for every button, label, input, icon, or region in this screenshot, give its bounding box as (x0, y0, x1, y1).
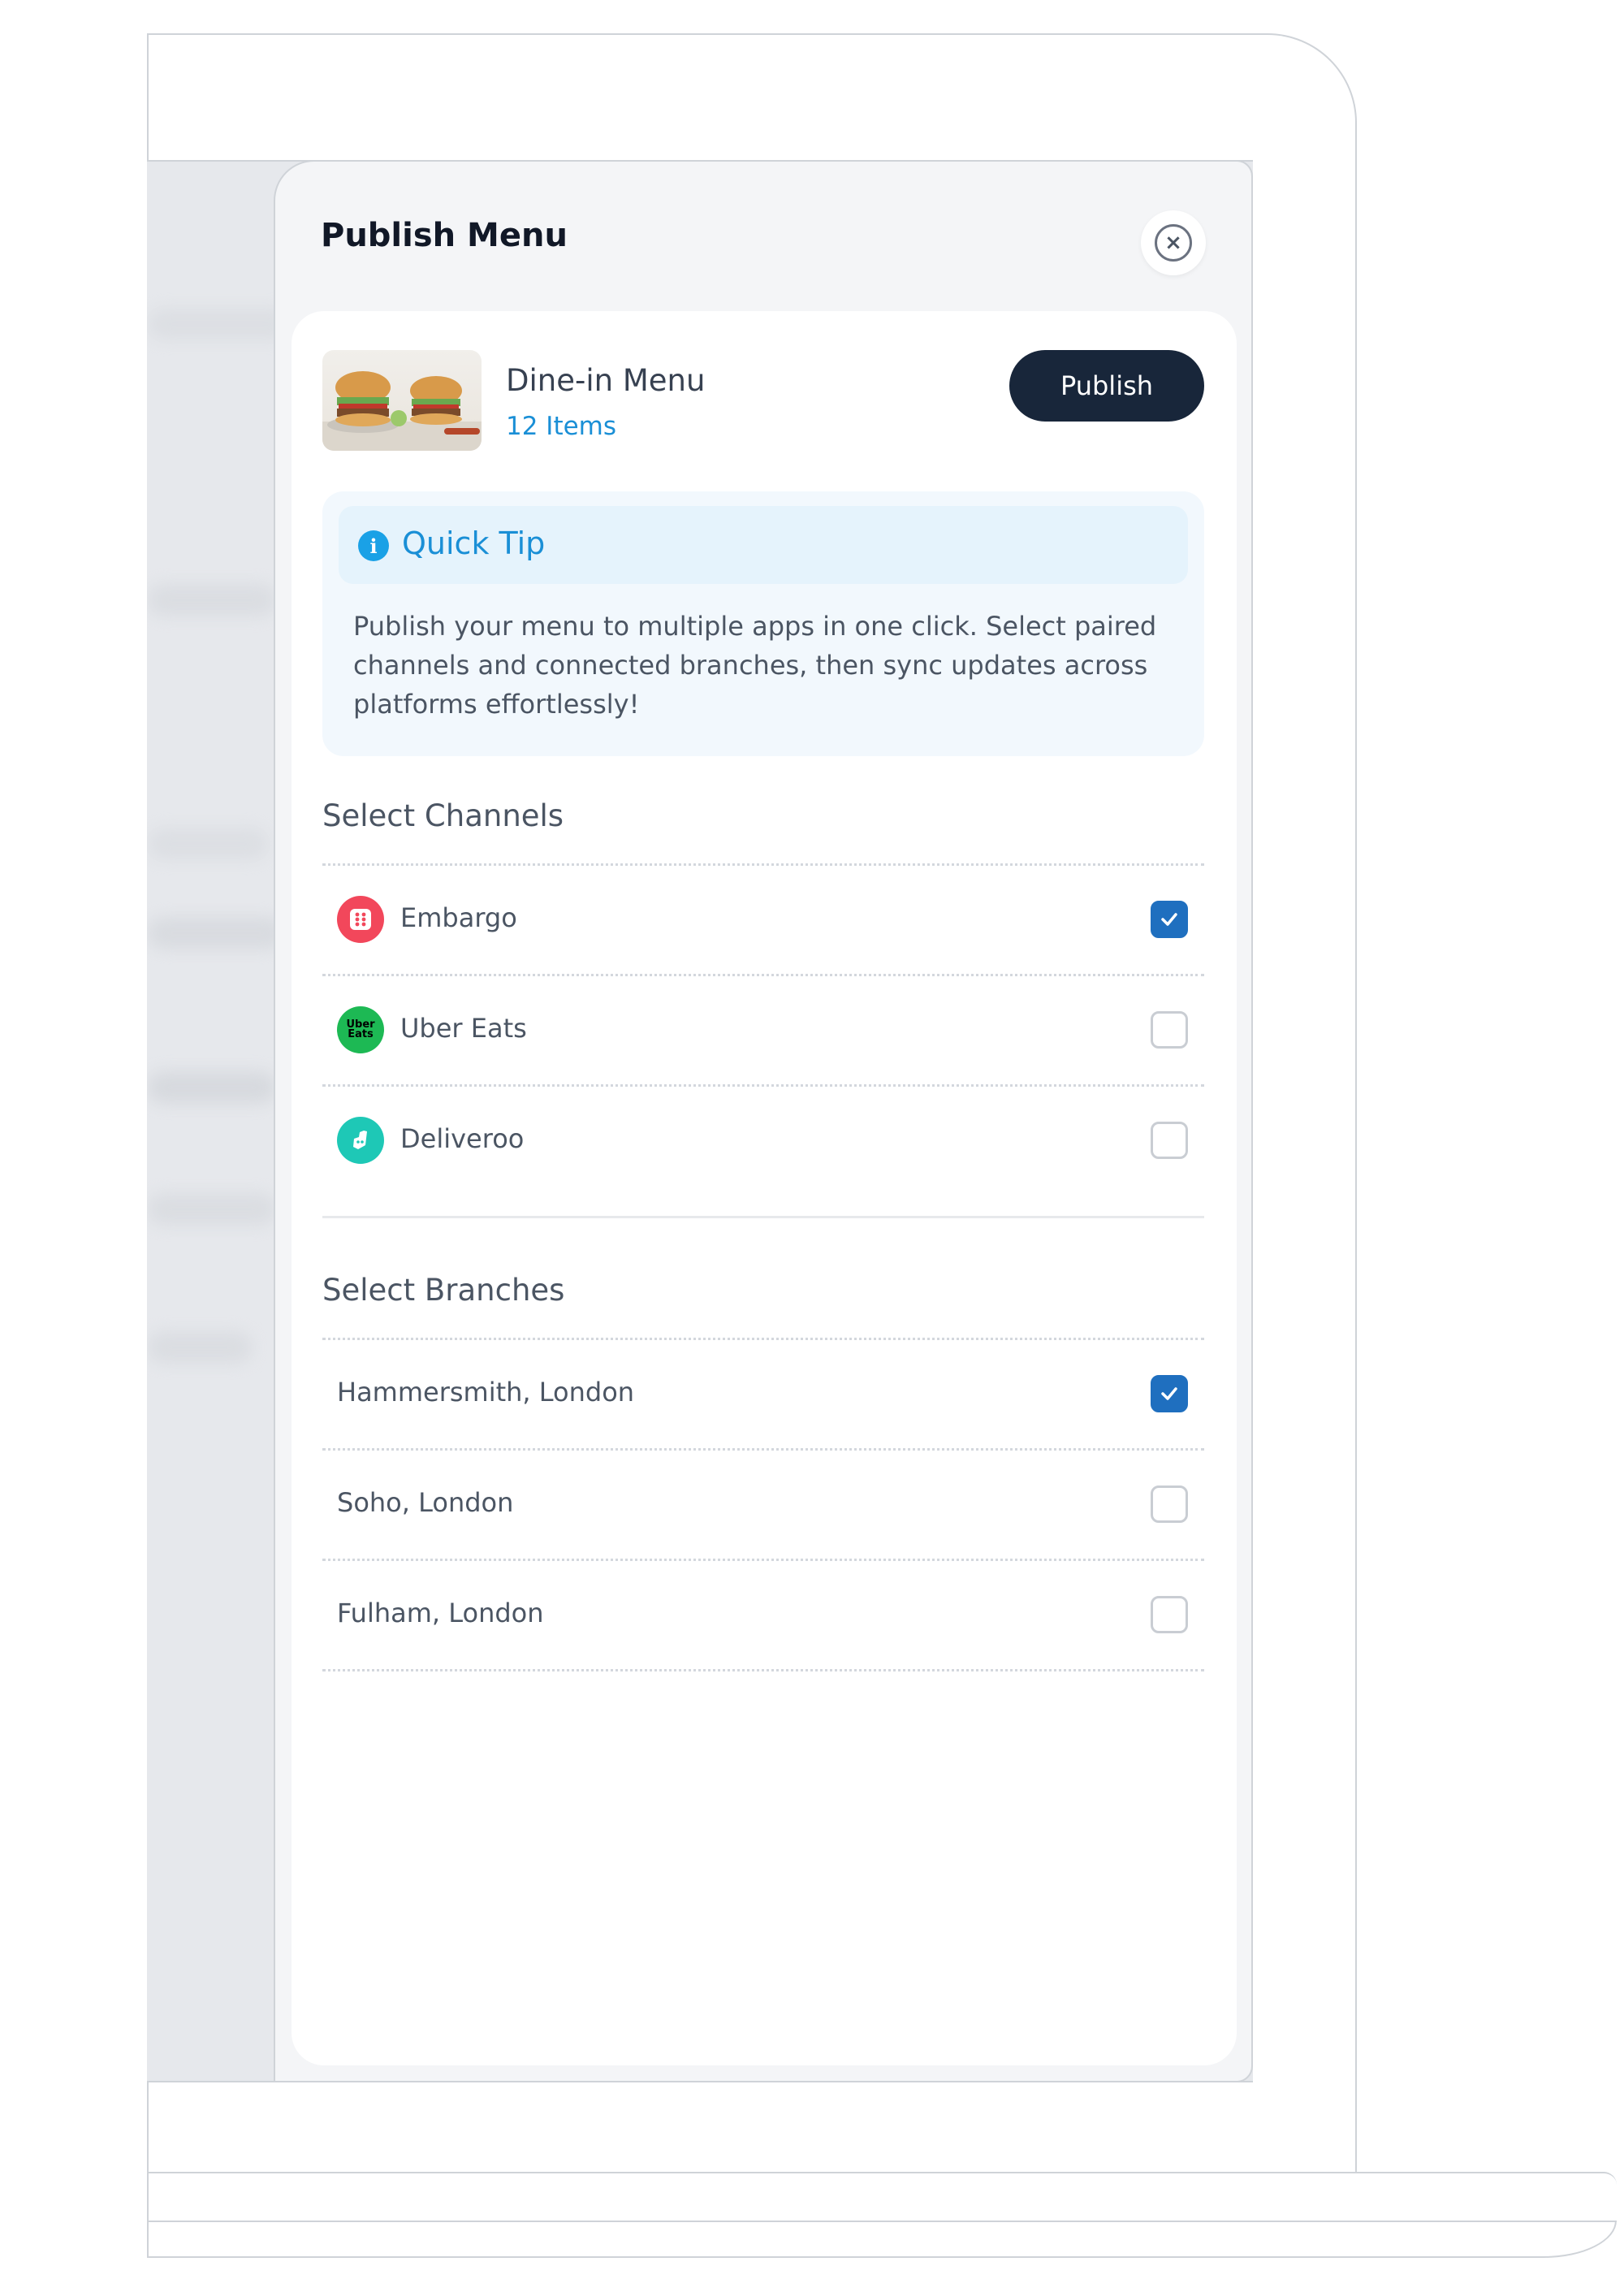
branch-row-fulham[interactable]: Fulham, London (322, 1560, 1204, 1669)
branch-label: Soho, London (337, 1487, 514, 1518)
quick-tip-box: i Quick Tip Publish your menu to multipl… (322, 491, 1204, 756)
check-icon (1161, 913, 1177, 926)
channel-row-embargo[interactable]: Embargo (322, 865, 1204, 974)
embargo-logo-icon (337, 896, 384, 943)
quick-tip-title: Quick Tip (402, 525, 546, 561)
menu-name: Dine-in Menu (506, 363, 706, 398)
publish-card: Dine-in Menu 12 Items Publish i Quick Ti… (292, 311, 1237, 2065)
section-divider (322, 1216, 1204, 1218)
branch-checkbox[interactable] (1151, 1375, 1188, 1412)
publish-button[interactable]: Publish (1009, 350, 1204, 422)
branch-checkbox[interactable] (1151, 1596, 1188, 1633)
branch-label: Fulham, London (337, 1598, 544, 1628)
menu-items-count: 12 Items (506, 412, 617, 441)
divider (322, 1669, 1204, 1671)
branches-title: Select Branches (322, 1273, 565, 1308)
info-icon: i (358, 530, 389, 561)
channel-row-uber-eats[interactable]: Uber Eats Uber Eats (322, 975, 1204, 1084)
channel-row-deliveroo[interactable]: Deliveroo (322, 1086, 1204, 1195)
drawer-title: Publish Menu (321, 217, 568, 254)
quick-tip-header: i Quick Tip (339, 506, 1188, 584)
laptop-base (147, 2172, 1617, 2222)
check-icon (1161, 1387, 1177, 1400)
menu-thumbnail (322, 350, 482, 451)
close-button[interactable]: × (1141, 210, 1206, 275)
channel-label: Uber Eats (400, 1013, 527, 1044)
laptop-base-edge (147, 2221, 1617, 2258)
quick-tip-text: Publish your menu to multiple apps in on… (353, 611, 1157, 720)
branch-row-soho[interactable]: Soho, London (322, 1450, 1204, 1559)
publish-menu-drawer: Publish Menu × Dine-in Menu 12 Items Pub… (274, 160, 1253, 2082)
deliveroo-logo-icon (337, 1117, 384, 1164)
channel-checkbox[interactable] (1151, 1011, 1188, 1049)
burger-image (322, 371, 482, 451)
uber-eats-logo-icon: Uber Eats (337, 1006, 384, 1053)
channels-title: Select Channels (322, 798, 564, 833)
close-icon: × (1155, 224, 1192, 262)
channel-label: Embargo (400, 902, 517, 933)
branch-label: Hammersmith, London (337, 1377, 635, 1408)
channel-checkbox[interactable] (1151, 901, 1188, 938)
channel-checkbox[interactable] (1151, 1122, 1188, 1159)
channel-label: Deliveroo (400, 1123, 525, 1154)
branch-row-hammersmith[interactable]: Hammersmith, London (322, 1339, 1204, 1448)
branch-checkbox[interactable] (1151, 1485, 1188, 1523)
